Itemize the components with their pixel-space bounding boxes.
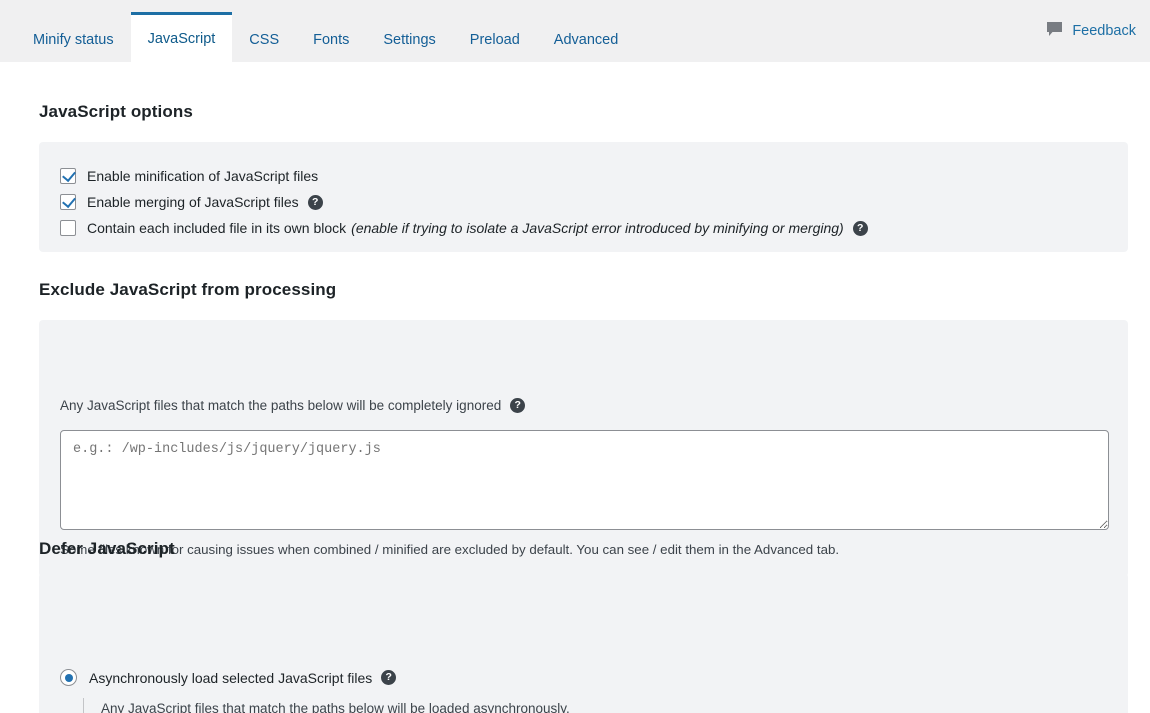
exclude-description: Any JavaScript files that match the path… xyxy=(60,398,501,413)
radio-label-async-load: Asynchronously load selected JavaScript … xyxy=(89,670,372,686)
exclude-paths-textarea[interactable] xyxy=(60,430,1109,530)
panel-defer-javascript: Asynchronously load selected JavaScript … xyxy=(39,573,1128,713)
checkbox-label-enable-merging: Enable merging of JavaScript files xyxy=(87,194,299,210)
option-row-merging: Enable merging of JavaScript files ? xyxy=(60,194,323,210)
defer-subline-1-text: Any JavaScript files that match the path… xyxy=(101,701,570,713)
option-row-minification: Enable minification of JavaScript files xyxy=(60,168,318,184)
exclude-description-row: Any JavaScript files that match the path… xyxy=(60,398,525,413)
checkbox-label-contain-own-block: Contain each included file in its own bl… xyxy=(87,220,346,236)
checkbox-enable-minification[interactable] xyxy=(60,168,76,184)
comment-bubble-icon xyxy=(1046,21,1063,41)
panel-exclude-javascript: Any JavaScript files that match the path… xyxy=(39,320,1128,577)
defer-subsection: Any JavaScript files that match the path… xyxy=(83,698,1128,713)
option-row-own-block: Contain each included file in its own bl… xyxy=(60,220,868,236)
exclude-note: Some files known for causing issues when… xyxy=(60,542,839,557)
checkbox-contain-own-block[interactable] xyxy=(60,220,76,236)
tab-settings[interactable]: Settings xyxy=(366,18,452,62)
checkbox-enable-merging[interactable] xyxy=(60,194,76,210)
help-icon-async-load[interactable]: ? xyxy=(381,670,396,685)
checkbox-hint-contain-own-block: (enable if trying to isolate a JavaScrip… xyxy=(351,220,844,236)
help-icon-exclude[interactable]: ? xyxy=(510,398,525,413)
feedback-link[interactable]: Feedback xyxy=(1046,21,1136,41)
tab-list: Minify status JavaScript CSS Fonts Setti… xyxy=(16,0,635,62)
tab-bar: Minify status JavaScript CSS Fonts Setti… xyxy=(0,0,1150,62)
heading-defer-javascript: Defer JavaScript xyxy=(39,539,175,559)
radio-row-async-load: Asynchronously load selected JavaScript … xyxy=(60,669,396,686)
help-icon-enable-merging[interactable]: ? xyxy=(308,195,323,210)
feedback-label: Feedback xyxy=(1072,23,1136,39)
panel-javascript-options: Enable minification of JavaScript files … xyxy=(39,142,1128,252)
tab-preload[interactable]: Preload xyxy=(453,18,537,62)
tab-minify-status[interactable]: Minify status xyxy=(16,18,131,62)
defer-subline-1: Any JavaScript files that match the path… xyxy=(101,698,1128,713)
checkbox-label-enable-minification: Enable minification of JavaScript files xyxy=(87,168,318,184)
heading-exclude-javascript: Exclude JavaScript from processing xyxy=(39,280,336,300)
tab-css[interactable]: CSS xyxy=(232,18,296,62)
tab-javascript[interactable]: JavaScript xyxy=(131,12,233,62)
radio-async-load[interactable] xyxy=(60,669,77,686)
tab-advanced[interactable]: Advanced xyxy=(537,18,636,62)
tab-fonts[interactable]: Fonts xyxy=(296,18,366,62)
help-icon-contain-own-block[interactable]: ? xyxy=(853,221,868,236)
heading-javascript-options: JavaScript options xyxy=(39,102,193,122)
